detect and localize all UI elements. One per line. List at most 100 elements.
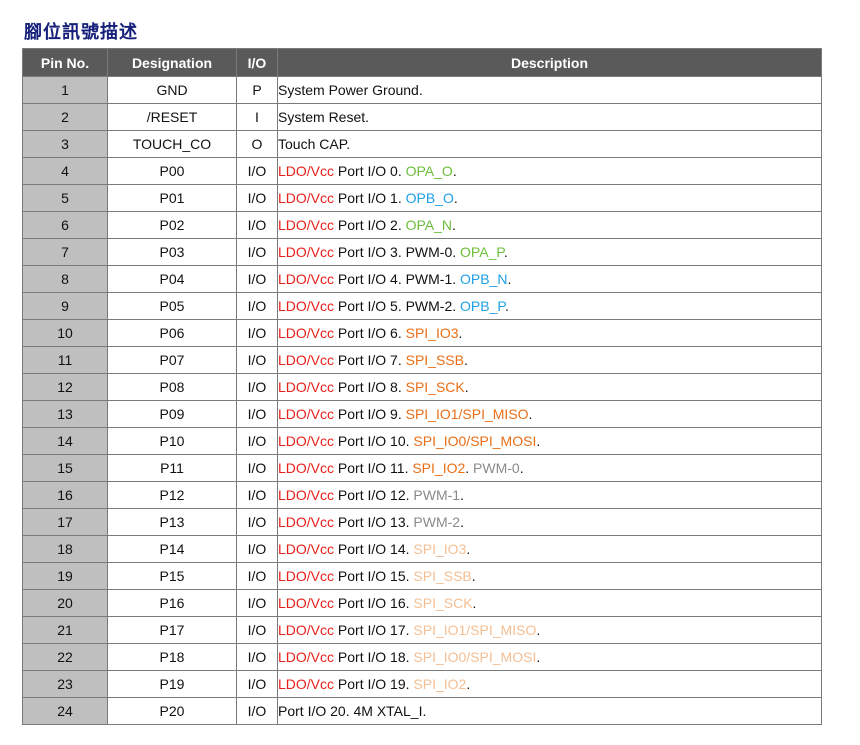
pin-description-table: Pin No. Designation I/O Description 1 GND… — [22, 48, 822, 725]
description-red-text: LDO/Vcc — [278, 622, 335, 638]
io-type-cell: I/O — [236, 265, 278, 293]
description-peach-text: SPI_SCK — [413, 595, 473, 611]
description-text: . — [528, 406, 533, 422]
description-orange-text: SPI_SCK — [405, 379, 465, 395]
description-red-text: LDO/Vcc — [278, 514, 335, 530]
table-row: 15 P11 I/O LDO/Vcc Port I/O 11. SPI_IO2. PW… — [22, 454, 822, 482]
description-text: Port I/O 20. 4M XTAL_I. — [278, 703, 427, 719]
designation-cell: P02 — [107, 211, 237, 239]
designation-cell: P15 — [107, 562, 237, 590]
io-type-cell: I/O — [236, 670, 278, 698]
io-type-cell: I/O — [236, 292, 278, 320]
pin-number-cell: 13 — [22, 400, 108, 428]
description-cell: LDO/Vcc Port I/O 5. PWM-2. OPB_P. — [277, 292, 822, 320]
description-red-text: LDO/Vcc — [278, 298, 335, 314]
description-text: Port I/O 18. — [334, 649, 414, 665]
header-pin-no: Pin No. — [22, 48, 108, 77]
description-peach-text: SPI_IO3 — [413, 541, 467, 557]
description-text: Port I/O 8. — [334, 379, 406, 395]
description-text: Port I/O 15. — [334, 568, 414, 584]
page-title: 腳位訊號描述 — [24, 22, 138, 43]
description-red-text: LDO/Vcc — [278, 541, 335, 557]
pin-number-cell: 8 — [22, 265, 108, 293]
description-cell: LDO/Vcc Port I/O 4. PWM-1. OPB_N. — [277, 265, 822, 293]
pin-number-cell: 12 — [22, 373, 108, 401]
designation-cell: P06 — [107, 319, 237, 347]
table-body: 1 GND P System Power Ground. 2/RESET I System … — [22, 76, 822, 725]
description-red-text: LDO/Vcc — [278, 568, 335, 584]
table-row: 23 P19 I/O LDO/Vcc Port I/O 19. SPI_IO2. — [22, 670, 822, 698]
description-red-text: LDO/Vcc — [278, 406, 335, 422]
io-type-cell: I/O — [236, 697, 278, 725]
io-type-cell: I/O — [236, 238, 278, 266]
designation-cell: P01 — [107, 184, 237, 212]
table-row: 9 P05 I/O LDO/Vcc Port I/O 5. PWM-2. OPB_P. — [22, 292, 822, 320]
description-text: . — [536, 433, 541, 449]
description-blue-text: OPB_P — [460, 298, 505, 314]
pin-number-cell: 22 — [22, 643, 108, 671]
description-red-text: LDO/Vcc — [278, 271, 335, 287]
designation-cell: P20 — [107, 697, 237, 725]
description-text: Port I/O 7. — [334, 352, 406, 368]
description-cell: LDO/Vcc Port I/O 3. PWM-0. OPA_P. — [277, 238, 822, 266]
description-cell: LDO/Vcc Port I/O 9. SPI_IO1/SPI_MISO. — [277, 400, 822, 428]
table-row: 1 GND P System Power Ground. — [22, 76, 822, 104]
description-text: . — [504, 298, 509, 314]
description-cell: LDO/Vcc Port I/O 1. OPB_O. — [277, 184, 822, 212]
description-cell: LDO/Vcc Port I/O 16. SPI_SCK. — [277, 589, 822, 617]
description-cell: Port I/O 20. 4M XTAL_I. — [277, 697, 822, 725]
io-type-cell: I/O — [236, 481, 278, 509]
pin-number-cell: 5 — [22, 184, 108, 212]
description-text: Port I/O 10. — [334, 433, 414, 449]
description-text: Port I/O 9. — [334, 406, 406, 422]
description-text: . — [536, 649, 541, 665]
io-type-cell: I/O — [236, 562, 278, 590]
table-row: 18 P14 I/O LDO/Vcc Port I/O 14. SPI_IO3. — [22, 535, 822, 563]
description-blue-text: OPB_N — [460, 271, 508, 287]
description-cell: LDO/Vcc Port I/O 11. SPI_IO2. PWM-0. — [277, 454, 822, 482]
pin-number-cell: 9 — [22, 292, 108, 320]
description-text: Port I/O 6. — [334, 325, 406, 341]
table-row: 19 P15 I/O LDO/Vcc Port I/O 15. SPI_SSB. — [22, 562, 822, 590]
description-text: Port I/O 5. PWM-2. — [334, 298, 461, 314]
table-row: 3 TOUCH_CO O Touch CAP. — [22, 130, 822, 158]
description-red-text: LDO/Vcc — [278, 676, 335, 692]
description-cell: LDO/Vcc Port I/O 6. SPI_IO3. — [277, 319, 822, 347]
description-cell: LDO/Vcc Port I/O 0. OPA_O. — [277, 157, 822, 185]
description-gray-text: PWM-1 — [413, 487, 461, 503]
table-row: 8 P04 I/O LDO/Vcc Port I/O 4. PWM-1. OPB_N. — [22, 265, 822, 293]
designation-cell: P05 — [107, 292, 237, 320]
pin-number-cell: 3 — [22, 130, 108, 158]
description-red-text: LDO/Vcc — [278, 595, 335, 611]
description-orange-text: SPI_IO3 — [405, 325, 459, 341]
pin-number-cell: 2 — [22, 103, 108, 131]
description-cell: LDO/Vcc Port I/O 10. SPI_IO0/SPI_MOSI. — [277, 427, 822, 455]
description-red-text: LDO/Vcc — [278, 163, 335, 179]
description-cell: LDO/Vcc Port I/O 15. SPI_SSB. — [277, 562, 822, 590]
description-cell: LDO/Vcc Port I/O 14. SPI_IO3. — [277, 535, 822, 563]
description-cell: LDO/Vcc Port I/O 13. PWM-2. — [277, 508, 822, 536]
description-text: . — [466, 541, 471, 557]
designation-cell: P04 — [107, 265, 237, 293]
designation-cell: P07 — [107, 346, 237, 374]
pin-number-cell: 6 — [22, 211, 108, 239]
description-red-text: LDO/Vcc — [278, 460, 335, 476]
designation-cell: P08 — [107, 373, 237, 401]
description-red-text: LDO/Vcc — [278, 190, 335, 206]
description-text: Port I/O 12. — [334, 487, 414, 503]
designation-cell: P18 — [107, 643, 237, 671]
header-io: I/O — [236, 48, 278, 77]
description-red-text: LDO/Vcc — [278, 487, 335, 503]
designation-cell: P00 — [107, 157, 237, 185]
description-blue-text: OPB_O — [405, 190, 454, 206]
designation-cell: P16 — [107, 589, 237, 617]
description-cell: Touch CAP. — [277, 130, 822, 158]
table-row: 20 P16 I/O LDO/Vcc Port I/O 16. SPI_SCK. — [22, 589, 822, 617]
description-text: . — [458, 325, 463, 341]
io-type-cell: I/O — [236, 184, 278, 212]
table-row: 10 P06 I/O LDO/Vcc Port I/O 6. SPI_IO3. — [22, 319, 822, 347]
description-cell: LDO/Vcc Port I/O 18. SPI_IO0/SPI_MOSI. — [277, 643, 822, 671]
io-type-cell: I/O — [236, 508, 278, 536]
pin-number-cell: 15 — [22, 454, 108, 482]
description-cell: System Power Ground. — [277, 76, 822, 104]
